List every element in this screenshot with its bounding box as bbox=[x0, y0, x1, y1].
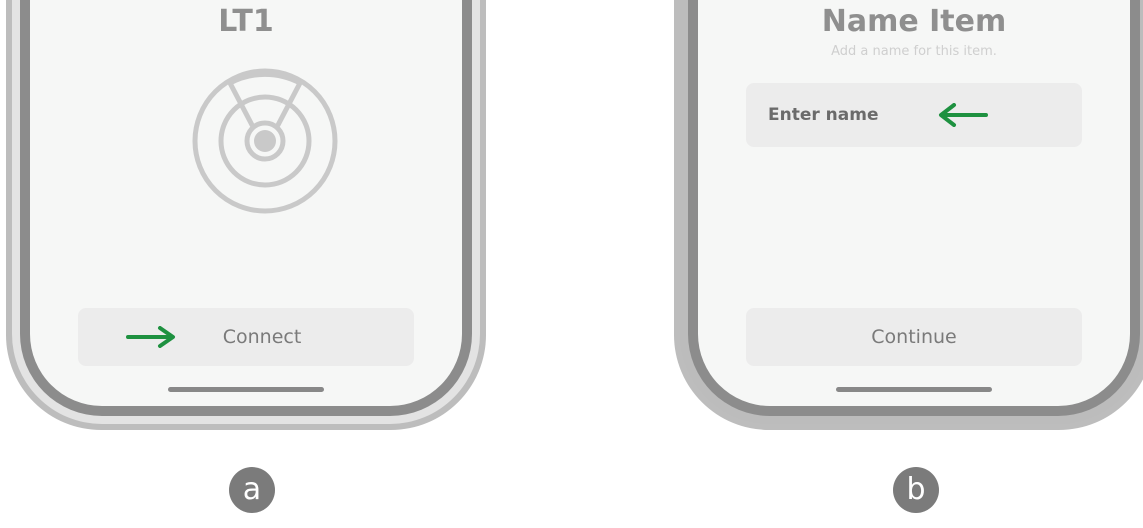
connect-button-label: Connect bbox=[222, 326, 302, 348]
phone-a-screen: LT1 Connect bbox=[30, 0, 462, 406]
arrow-right-icon bbox=[126, 326, 175, 348]
name-field[interactable] bbox=[746, 83, 1082, 147]
phone-a-frame: LT1 Connect bbox=[6, 0, 486, 430]
radar-icon bbox=[192, 68, 338, 214]
badge-b: b bbox=[893, 467, 939, 513]
continue-button-label: Continue bbox=[871, 326, 957, 348]
device-title: LT1 bbox=[218, 4, 274, 39]
connect-button[interactable]: Connect bbox=[78, 308, 414, 366]
arrow-left-icon bbox=[939, 103, 988, 127]
continue-button[interactable]: Continue bbox=[746, 308, 1082, 366]
phone-b-bezel: Name Item Add a name for this item. Cont… bbox=[688, 0, 1140, 416]
home-indicator bbox=[836, 387, 992, 392]
phone-b-screen: Name Item Add a name for this item. Cont… bbox=[698, 0, 1130, 406]
page-title: Name Item bbox=[821, 4, 1007, 39]
badge-a: a bbox=[229, 467, 275, 513]
name-input[interactable] bbox=[768, 83, 928, 147]
page-subtitle: Add a name for this item. bbox=[831, 44, 997, 59]
phone-b-frame: Name Item Add a name for this item. Cont… bbox=[674, 0, 1143, 430]
phone-a-bezel: LT1 Connect bbox=[20, 0, 472, 416]
home-indicator bbox=[168, 387, 324, 392]
